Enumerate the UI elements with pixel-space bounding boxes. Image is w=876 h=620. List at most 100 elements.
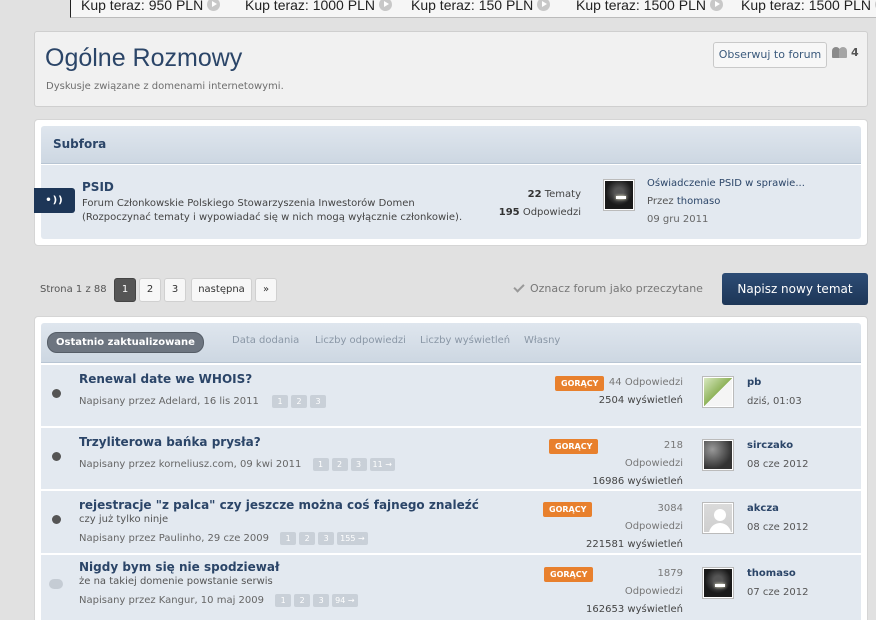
thread-meta-text[interactable]: Napisany przez Paulinho, 29 cze 2009 (79, 533, 269, 544)
avatar[interactable] (702, 567, 734, 599)
thread-title[interactable]: Renewal date we WHOIS? (79, 372, 252, 386)
thread-page-link[interactable]: 94 → (332, 594, 358, 607)
thread-stats: 218 Odpowiedzi 16986 wyświetleń (543, 437, 683, 491)
watchers-number: 4 (851, 46, 859, 59)
replies-count: 218 Odpowiedzi (624, 440, 683, 469)
users-icon (832, 46, 848, 58)
tab-custom[interactable]: Własny (524, 335, 560, 346)
last-post-link[interactable]: Oświadczenie PSID w sprawie... (647, 178, 805, 189)
mark-read-link[interactable]: Oznacz forum jako przeczytane (513, 281, 703, 295)
thread-page-link[interactable]: 2 (291, 395, 307, 408)
watch-forum-button[interactable]: Obserwuj to forum (713, 42, 827, 68)
subforums-heading: Subfora (41, 126, 861, 164)
replies-count: 195 (498, 207, 520, 218)
subforum-description-line: (Rozpoczynać tematy i wypowiadać się w n… (82, 212, 463, 223)
thread-title[interactable]: Trzyliterowa bańka prysła? (79, 435, 261, 449)
thread-page-link[interactable]: 1 (280, 532, 297, 545)
thread-list-panel: Ostatnio zaktualizowane Data dodania Lic… (34, 316, 868, 620)
rss-icon[interactable]: •)) (34, 188, 75, 213)
thread-title[interactable]: Nigdy bym się nie spodziewał (79, 560, 279, 574)
thread-meta: Napisany przez Paulinho, 29 cze 2009 123… (79, 532, 368, 545)
subforums-panel: Subfora •)) PSID Forum Członkowskie Pols… (34, 119, 868, 246)
tab-date-added[interactable]: Data dodania (232, 335, 299, 346)
thread-subtitle: czy już tylko ninje (79, 514, 169, 525)
play-icon (709, 0, 723, 11)
last-poster[interactable]: akcza (747, 503, 779, 514)
page-button-1[interactable]: 1 (114, 278, 136, 302)
topics-count: 22 (527, 189, 542, 200)
avatar[interactable] (603, 179, 635, 211)
avatar[interactable] (702, 439, 734, 471)
page-button-2[interactable]: 2 (139, 278, 161, 302)
thread-page-link[interactable]: 2 (331, 458, 348, 471)
last-poster[interactable]: pb (747, 377, 761, 388)
thread-page-link[interactable]: 155 → (337, 532, 368, 545)
ticker-label: Kup teraz: 1000 PLN (245, 0, 375, 13)
views-count: 162653 wyświetleń (586, 604, 683, 615)
sort-tabs: Ostatnio zaktualizowane Data dodania Lic… (41, 323, 861, 363)
thread-meta-text[interactable]: Napisany przez Kangur, 10 maj 2009 (79, 595, 264, 606)
subforum-row: •)) PSID Forum Członkowskie Polskiego St… (34, 165, 861, 239)
page-title: Ogólne Rozmowy (45, 44, 243, 72)
thread-page-link[interactable]: 3 (350, 458, 367, 471)
tab-reply-count[interactable]: Liczby odpowiedzi (315, 335, 406, 346)
thread-page-link[interactable]: 11 → (369, 458, 395, 471)
thread-page-link[interactable]: 3 (313, 594, 330, 607)
thread-row: Trzyliterowa bańka prysła? Napisany prze… (41, 428, 861, 489)
thread-row: Nigdy bym się nie spodziewał że na takie… (41, 555, 861, 620)
thread-page-link[interactable]: 1 (275, 594, 292, 607)
replies-count: 1879 Odpowiedzi (624, 568, 683, 597)
ticker-item[interactable]: Kup teraz: 1500 PLN (576, 0, 723, 13)
replies-label: Odpowiedzi (522, 207, 581, 218)
ticker-item[interactable]: Kup teraz: 150 PLN (411, 0, 551, 13)
play-icon (378, 0, 392, 11)
ticker-label: Kup teraz: 950 PLN (81, 0, 204, 13)
thread-page-link[interactable]: 3 (310, 395, 326, 408)
thread-row: rejestracje "z palca" czy jeszcze można … (41, 491, 861, 553)
tab-last-updated[interactable]: Ostatnio zaktualizowane (47, 332, 204, 353)
tab-view-count[interactable]: Liczby wyświetleń (420, 335, 510, 346)
page-button-3[interactable]: 3 (164, 278, 186, 302)
thread-page-link[interactable]: 2 (294, 594, 311, 607)
thread-page-link[interactable]: 1 (312, 458, 329, 471)
ticker-label: Kup teraz: 150 PLN (411, 0, 534, 13)
thread-page-link[interactable]: 3 (318, 532, 335, 545)
last-post-date: 07 cze 2012 (747, 587, 809, 598)
ticker-item[interactable]: Kup teraz: 950 PLN (81, 0, 221, 13)
ticker-label: Kup teraz: 1500 PLN (741, 0, 871, 13)
thread-meta: Napisany przez korneliusz.com, 09 kwi 20… (79, 458, 395, 471)
ticker-item[interactable]: Kup teraz: 1000 PLN (245, 0, 392, 13)
subforum-title[interactable]: PSID (82, 180, 114, 194)
forum-description: Dyskusje związane z domenami internetowy… (46, 81, 284, 92)
unread-dot-icon (52, 515, 61, 524)
thread-meta-text[interactable]: Napisany przez Adelard, 16 lis 2011 (79, 396, 259, 407)
replies-count: 44 Odpowiedzi (608, 377, 683, 388)
subforums-heading-label: Subfora (53, 137, 107, 151)
avatar[interactable] (702, 376, 734, 408)
last-post-date: 08 cze 2012 (747, 522, 809, 533)
thread-page-link[interactable]: 1 (272, 395, 288, 408)
avatar[interactable] (702, 502, 734, 534)
last-poster[interactable]: thomaso (747, 568, 796, 579)
by-prefix: Przez (647, 196, 674, 207)
page-indicator: Strona 1 z 88 (40, 284, 107, 295)
watchers-count[interactable]: 4 (832, 46, 859, 59)
thread-meta-text[interactable]: Napisany przez korneliusz.com, 09 kwi 20… (79, 459, 301, 470)
topics-label: Tematy (544, 189, 581, 200)
subforum-description-line: Forum Członkowskie Polskiego Stowarzysze… (82, 198, 415, 209)
ticker-bar: Kup teraz: 950 PLN Kup teraz: 1000 PLN K… (70, 0, 876, 18)
thread-page-link[interactable]: 2 (299, 532, 316, 545)
last-post-date: dziś, 01:03 (747, 396, 802, 407)
check-icon (513, 281, 525, 293)
views-count: 2504 wyświetleń (598, 395, 683, 406)
ticker-item[interactable]: Kup teraz: 1500 PLN (741, 0, 876, 13)
thread-title[interactable]: rejestracje "z palca" czy jeszcze można … (79, 498, 479, 512)
next-page-button[interactable]: następna (191, 278, 252, 302)
author-link[interactable]: thomaso (677, 196, 721, 207)
forum-header: Ogólne Rozmowy Dyskusje związane z domen… (34, 31, 868, 107)
last-page-button[interactable]: » (255, 278, 277, 302)
last-poster[interactable]: sirczako (747, 440, 793, 451)
play-icon (207, 0, 221, 11)
new-topic-button[interactable]: Napisz nowy temat (722, 273, 868, 305)
subforum-description: Forum Członkowskie Polskiego Stowarzysze… (82, 197, 482, 225)
